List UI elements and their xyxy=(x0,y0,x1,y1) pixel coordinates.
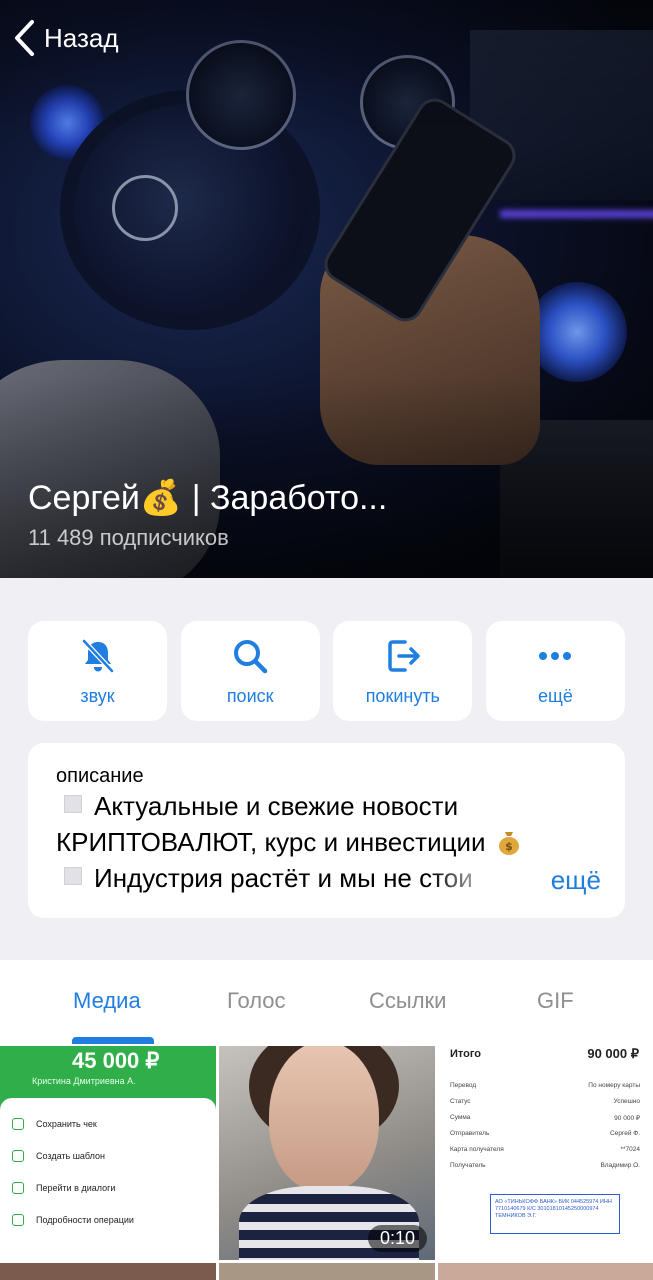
star-icon xyxy=(12,1150,24,1162)
channel-title: Сергей💰 | Заработо... xyxy=(28,479,388,517)
bank-stamp: АО «ТИНЬКОФФ БАНК» БИК 044525974 ИНН 771… xyxy=(490,1194,620,1234)
receipt-total-value: 90 000 ₽ xyxy=(587,1046,639,1061)
leave-icon xyxy=(388,639,420,672)
tab-voice[interactable]: Голос xyxy=(227,988,286,1014)
more-label: ещё xyxy=(538,685,573,706)
mute-label: звук xyxy=(80,685,115,706)
tab-gif[interactable]: GIF xyxy=(537,988,574,1014)
chat-icon xyxy=(12,1182,24,1194)
back-label: Назад xyxy=(44,22,119,53)
description-more-link[interactable]: ещё xyxy=(551,865,601,896)
channel-info-screen: Назад Сергей💰 | Заработо... 11 489 подпи… xyxy=(0,0,653,1280)
chevron-left-icon xyxy=(15,20,34,56)
back-button[interactable]: Назад xyxy=(12,18,119,58)
channel-cover-photo: Назад Сергей💰 | Заработо... 11 489 подпи… xyxy=(0,0,653,578)
bell-muted-icon xyxy=(81,638,114,673)
bullet-square-icon xyxy=(64,795,82,813)
search-button[interactable]: поиск xyxy=(180,621,320,721)
tab-media[interactable]: Медиа xyxy=(73,988,141,1014)
description-label: описание xyxy=(56,765,144,787)
search-label: поиск xyxy=(226,685,274,706)
media-grid: 45 000 ₽ Кристина Дмитриевна А. Сохранит… xyxy=(0,1044,653,1280)
action-bar: звук поиск покинуть ещё xyxy=(28,621,625,721)
leave-label: покинуть xyxy=(365,685,440,706)
description-card: описание Актуальные и свежие новости КРИ… xyxy=(28,743,625,918)
info-icon xyxy=(12,1214,24,1226)
mute-button[interactable]: звук xyxy=(28,621,167,721)
active-tab-indicator xyxy=(72,1037,154,1044)
leave-button[interactable]: покинуть xyxy=(333,621,473,721)
receipt-recipient: Кристина Дмитриевна А. xyxy=(32,1076,136,1086)
money-bag-icon: $ xyxy=(498,832,519,855)
media-thumbnail[interactable] xyxy=(438,1263,653,1280)
description-line: Актуальные и свежие новости xyxy=(56,788,597,824)
media-thumbnail-video[interactable]: 0:10 xyxy=(219,1046,435,1260)
receipt-icon xyxy=(12,1118,24,1130)
media-tabs: Медиа Голос Ссылки GIF xyxy=(0,960,653,1044)
media-thumbnail-receipt[interactable]: 45 000 ₽ Кристина Дмитриевна А. Сохранит… xyxy=(0,1046,216,1260)
media-thumbnail[interactable] xyxy=(0,1263,216,1280)
tab-links[interactable]: Ссылки xyxy=(369,988,446,1014)
receipt-amount: 45 000 ₽ xyxy=(72,1048,160,1073)
subscriber-count: 11 489 подписчиков xyxy=(28,525,229,550)
search-icon xyxy=(234,639,268,673)
receipt-total-label: Итого xyxy=(450,1048,482,1060)
more-button[interactable]: ещё xyxy=(485,621,625,721)
description-line: КРИПТОВАЛЮТ, курс и инвестиции $ xyxy=(56,824,597,860)
bullet-square-icon xyxy=(64,867,82,885)
more-dots-icon xyxy=(539,651,572,660)
media-thumbnail[interactable] xyxy=(219,1263,435,1280)
media-thumbnail-bank-receipt[interactable]: Итого 90 000 ₽ Перевод По номеру карты Ст… xyxy=(438,1046,653,1260)
video-duration-badge: 0:10 xyxy=(367,1225,427,1252)
svg-text:$: $ xyxy=(505,840,513,853)
